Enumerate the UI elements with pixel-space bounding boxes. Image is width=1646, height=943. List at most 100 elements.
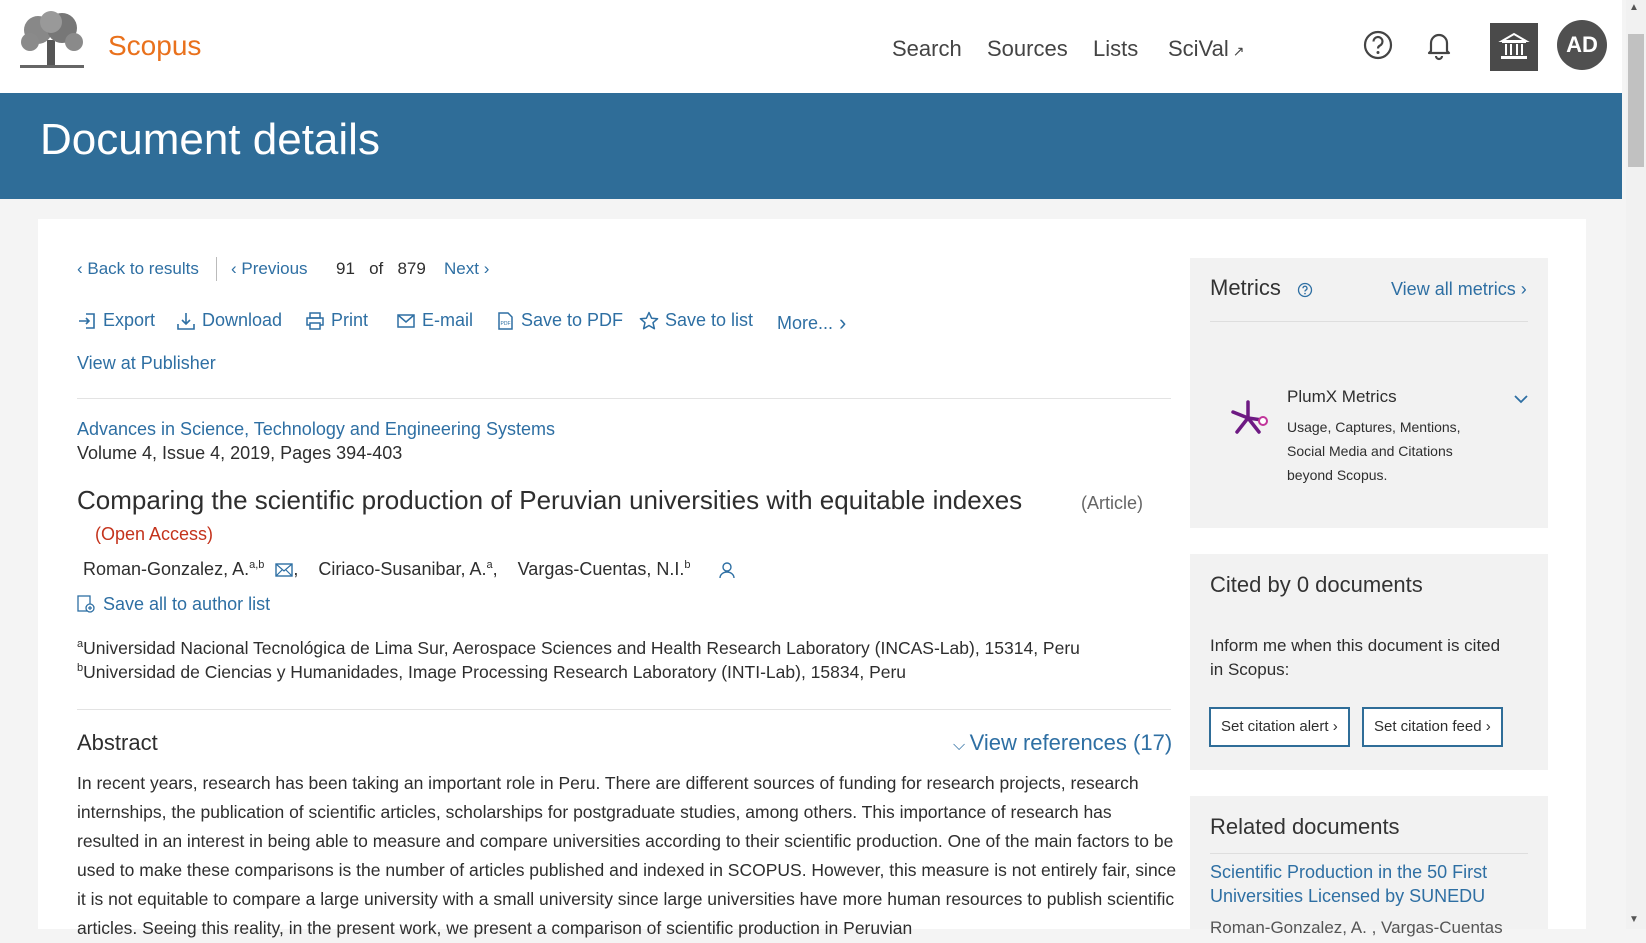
next-label: Next	[444, 259, 479, 278]
set-citation-feed-button[interactable]: Set citation feed ›	[1362, 707, 1503, 747]
save-to-pdf-button[interactable]: PDF Save to PDF	[495, 310, 623, 331]
plumx-logo-icon	[1231, 400, 1268, 434]
metrics-info-icon[interactable]	[1297, 282, 1313, 298]
person-icon[interactable]	[718, 561, 736, 579]
affiliation-b: bUniversidad de Ciencias y Humanidades, …	[77, 662, 906, 683]
plumx-desc-line: beyond Scopus.	[1287, 467, 1388, 483]
institution-button[interactable]	[1490, 23, 1538, 71]
previous-link[interactable]: ‹ Previous	[231, 259, 308, 279]
previous-label: Previous	[241, 259, 308, 278]
set-citation-feed-label: Set citation feed	[1374, 718, 1482, 735]
related-document-link[interactable]: Universities Licensed by SUNEDU	[1210, 886, 1485, 907]
export-button[interactable]: Export	[77, 310, 155, 331]
save-all-label: Save all to author list	[103, 594, 271, 614]
chevron-right-icon: ›	[1328, 718, 1338, 735]
help-icon[interactable]	[1361, 28, 1395, 62]
author-link[interactable]: Roman-Gonzalez, A.a,b	[83, 559, 264, 579]
affiliation-text: Universidad Nacional Tecnológica de Lima…	[83, 638, 1080, 658]
set-citation-alert-button[interactable]: Set citation alert ›	[1209, 707, 1350, 747]
export-label: Export	[103, 310, 156, 330]
related-documents-title: Related documents	[1210, 814, 1400, 839]
open-access-badge[interactable]: (Open Access)	[95, 524, 213, 545]
envelope-icon	[397, 313, 415, 328]
related-document-authors: Roman-Gonzalez, A. , Vargas-Cuentas	[1210, 918, 1503, 937]
chevron-right-icon: ›	[478, 259, 490, 278]
nav-search[interactable]: Search	[892, 36, 962, 62]
scroll-down-icon[interactable]: ▼	[1629, 914, 1639, 925]
document-title: Comparing the scientific production of P…	[77, 485, 1023, 515]
export-icon	[79, 312, 95, 329]
author-affiliation-marker: a	[486, 559, 493, 571]
star-icon	[639, 311, 659, 329]
divider	[1210, 853, 1528, 854]
page-counter: 91 of 879	[336, 259, 426, 279]
related-document-link[interactable]: Scientific Production in the 50 First	[1210, 862, 1487, 883]
external-link-icon: ↗	[1232, 43, 1245, 59]
page-banner: Document details	[0, 93, 1622, 199]
more-button[interactable]: More... ›	[777, 310, 846, 336]
view-references-link[interactable]: ⌵ View references (17)	[953, 730, 1172, 756]
svg-text:PDF: PDF	[501, 321, 511, 327]
chevron-right-icon: ›	[1481, 718, 1491, 735]
author-name: Vargas-Cuentas, N.I.	[517, 559, 685, 579]
nav-scival[interactable]: SciVal ↗	[1168, 36, 1244, 62]
back-to-results-label: Back to results	[87, 259, 199, 278]
download-icon	[177, 312, 195, 330]
pager-divider	[216, 257, 217, 281]
plumx-desc-line: Usage, Captures, Mentions,	[1287, 419, 1461, 435]
bell-icon[interactable]	[1422, 28, 1456, 62]
next-link[interactable]: Next ›	[444, 259, 489, 279]
institution-icon	[1498, 32, 1530, 59]
chevron-down-icon: ⌵	[953, 737, 970, 754]
elsevier-tree-logo[interactable]	[18, 10, 86, 70]
author-name: Roman-Gonzalez, A.	[83, 559, 250, 579]
email-author-icon[interactable]	[275, 563, 294, 577]
author-affiliation-marker: a,b	[249, 559, 265, 571]
divider	[77, 709, 1171, 710]
chevron-right-icon: ›	[839, 310, 847, 335]
view-references-label: View references (17)	[969, 730, 1173, 755]
back-to-results-link[interactable]: ‹ Back to results	[77, 259, 199, 279]
view-all-metrics-link[interactable]: View all metrics ›	[1391, 279, 1527, 300]
author-affiliation-marker: b	[684, 559, 691, 571]
save-to-list-label: Save to list	[665, 310, 754, 330]
divider	[1210, 321, 1528, 322]
chevron-left-icon: ‹	[231, 259, 242, 278]
email-button[interactable]: E-mail	[396, 310, 473, 331]
cited-inform-line: Inform me when this document is cited	[1210, 636, 1501, 655]
save-to-pdf-label: Save to PDF	[521, 310, 624, 330]
scrollbar-thumb[interactable]	[1628, 34, 1644, 167]
cited-inform-line: in Scopus:	[1210, 660, 1290, 679]
chevron-left-icon: ‹	[77, 259, 88, 278]
plumx-desc-line: Social Media and Citations	[1287, 443, 1453, 459]
document-type: (Article)	[1081, 493, 1143, 513]
save-all-to-author-list-link[interactable]: Save all to author list	[77, 594, 270, 615]
affiliation-a: aUniversidad Nacional Tecnológica de Lim…	[77, 638, 1080, 659]
author-list: Roman-Gonzalez, A.a,b , Ciriaco-Susaniba…	[83, 559, 736, 580]
print-button[interactable]: Print	[305, 310, 368, 331]
plumx-title[interactable]: PlumX Metrics	[1287, 387, 1397, 407]
affiliation-text: Universidad de Ciencias y Humanidades, I…	[83, 662, 907, 682]
nav-sources[interactable]: Sources	[987, 36, 1068, 62]
scopus-brand[interactable]: Scopus	[108, 30, 201, 62]
author-link[interactable]: Vargas-Cuentas, N.I.b	[518, 559, 691, 579]
author-link[interactable]: Ciriaco-Susanibar, A.a	[318, 559, 492, 579]
save-to-list-button[interactable]: Save to list	[639, 310, 753, 331]
printer-icon	[306, 311, 324, 330]
view-all-metrics-label: View all metrics	[1391, 279, 1516, 299]
scroll-up-icon[interactable]: ▲	[1629, 2, 1639, 13]
source-title-link[interactable]: Advances in Science, Technology and Engi…	[77, 419, 555, 440]
download-button[interactable]: Download	[176, 310, 282, 331]
total-count: 879	[397, 259, 426, 278]
view-at-publisher-link[interactable]: View at Publisher	[77, 353, 216, 374]
cited-by-title: Cited by 0 documents	[1210, 572, 1423, 597]
of-label: of	[369, 259, 384, 278]
set-citation-alert-label: Set citation alert	[1221, 718, 1329, 735]
nav-lists[interactable]: Lists	[1093, 36, 1138, 62]
metrics-title: Metrics	[1210, 275, 1281, 300]
chevron-down-icon[interactable]	[1513, 393, 1529, 405]
user-avatar[interactable]: AD	[1557, 20, 1607, 70]
pdf-icon: PDF	[498, 311, 513, 330]
email-label: E-mail	[422, 310, 474, 330]
chevron-right-icon: ›	[1515, 279, 1527, 299]
